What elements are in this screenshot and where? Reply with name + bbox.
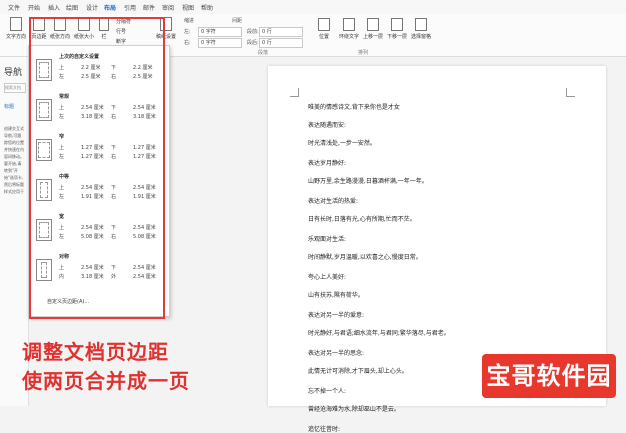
wrap-text-icon (343, 18, 355, 31)
tab-9[interactable]: 视图 (182, 3, 194, 12)
indent-right-field[interactable]: 0 字符 (198, 38, 242, 48)
selection-pane-icon (415, 18, 427, 31)
bring-forward-button[interactable]: 上移一层 (362, 18, 384, 40)
document-line: 时光静好,与君语;细水流年,与君同;繁华落尽,与君老。 (308, 330, 450, 337)
document-line: 乐观面对生活: (308, 236, 347, 243)
document-line: 时间静默,岁月温暖,以欢喜之心,慢度日常。 (308, 254, 422, 261)
indent-left-field[interactable]: 0 字符 (198, 27, 242, 37)
indent-right-label: 右: (184, 40, 191, 46)
position-button[interactable]: 位置 (314, 18, 334, 40)
wrap-text-button[interactable]: 环绕文字 (338, 18, 360, 40)
tab-10[interactable]: 帮助 (201, 3, 213, 12)
page-corner-mark (290, 88, 299, 97)
caption-line-2: 使两页合并成一页 (22, 369, 190, 393)
text-direction-icon (10, 17, 22, 31)
document-line: 此情无计可消除,才下眉头,却上心头。 (308, 368, 408, 375)
selection-pane-button[interactable]: 选择窗格 (410, 18, 432, 40)
document-line: 表达岁月静好: (308, 160, 347, 167)
tab-5[interactable]: 布局 (104, 3, 117, 15)
send-backward-label: 下移一层 (386, 34, 407, 40)
document-line: 表达对生活的热爱: (308, 198, 359, 205)
document-line: 表达对另一半的爱意: (308, 312, 365, 319)
spacing-after-field[interactable]: 0 行 (259, 38, 303, 48)
spacing-after-label: 段后: (247, 40, 259, 46)
position-icon (318, 18, 330, 31)
watermark-logo: 宝哥软件园 (482, 354, 616, 398)
bring-forward-icon (367, 18, 379, 31)
arrange-group-label: 排列 (358, 50, 369, 56)
spacing-heading: 间距 (232, 18, 243, 24)
document-line: 表达对另一半的思念: (308, 350, 365, 357)
highlight-box (29, 17, 165, 319)
tab-2[interactable]: 插入 (48, 3, 60, 12)
document-line: 山野万里,余生路漫漫,日暮酒杯满,一年一年。 (308, 178, 428, 185)
document-line: 表达随遇而安: (308, 122, 347, 129)
nav-description: 创建交互式导航,可跟踪您的位置并快速在内容间移动。要开始,请转到"开始"选项卡,… (4, 126, 24, 194)
caption-line-1: 调整文档页边距 (22, 340, 169, 364)
selection-pane-label: 选择窗格 (410, 34, 431, 40)
tab-8[interactable]: 审阅 (162, 3, 174, 12)
text-direction-button[interactable]: 文字方向 (6, 17, 26, 40)
tab-0[interactable]: 文件 (8, 3, 20, 12)
spacing-before-field[interactable]: 0 行 (259, 27, 303, 37)
send-backward-button[interactable]: 下移一层 (386, 18, 408, 40)
text-direction-label: 文字方向 (6, 34, 27, 40)
wrap-text-label: 环绕文字 (338, 34, 359, 40)
document-line: 曾经沧海难为水,除却巫山不是云。 (308, 406, 400, 413)
document-line: 夸心上人美好: (308, 274, 347, 281)
position-label: 位置 (318, 34, 329, 40)
document-line: 追忆往昔时: (308, 426, 341, 433)
document-line: 山有扶苏,隰有荷华。 (308, 292, 364, 299)
document-line: 忘不掉一个人: (308, 388, 347, 395)
document-line: 日有长时,日落有光,心有所期,忙而不茫。 (308, 216, 416, 223)
paragraph-group-label: 段落 (258, 50, 269, 56)
tab-1[interactable]: 开始 (28, 3, 40, 12)
tab-4[interactable]: 设计 (86, 3, 98, 12)
document-line: 时光清浅处,一步一安然。 (308, 140, 376, 147)
tab-3[interactable]: 绘图 (66, 3, 78, 12)
bring-forward-label: 上移一层 (362, 34, 383, 40)
spacing-before-label: 段前: (247, 29, 259, 35)
page-corner-mark (566, 88, 575, 97)
send-backward-icon (391, 18, 403, 31)
nav-title: 导航 (4, 68, 23, 78)
tab-7[interactable]: 邮件 (143, 3, 155, 12)
document-line: 唯美的情感诗文,背下来你也是才女 (308, 104, 400, 111)
indent-left-label: 左: (184, 29, 191, 35)
tab-6[interactable]: 引用 (124, 3, 136, 12)
indent-heading: 缩进 (184, 18, 195, 24)
ribbon-tab-bar: 文件 开始 插入 绘图 设计 布局 引用 邮件 审阅 视图 帮助 (0, 0, 626, 15)
nav-search-input[interactable]: 搜索文档 (4, 83, 26, 93)
nav-tab-headings[interactable]: 标题 (4, 103, 14, 110)
